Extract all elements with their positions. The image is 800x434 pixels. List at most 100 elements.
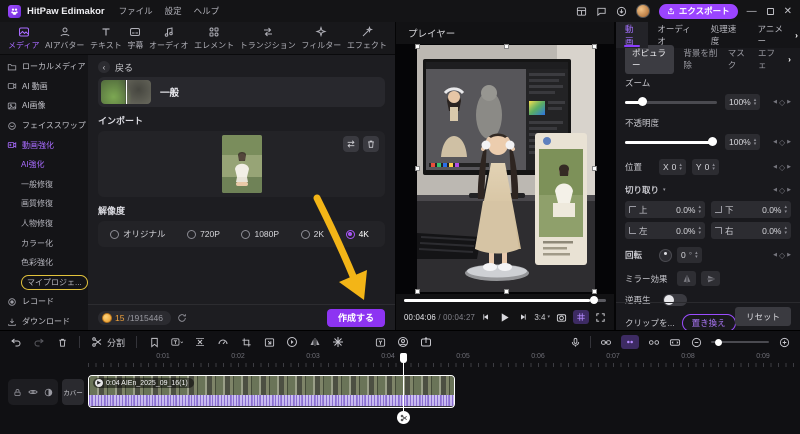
tab-transition[interactable]: トランジション: [240, 26, 296, 51]
lock-track-icon[interactable]: [13, 388, 22, 397]
stepper-arrows-icon[interactable]: ▴▾: [754, 138, 757, 147]
stepper-arrows-icon[interactable]: ▴▾: [695, 251, 698, 260]
seek-bar[interactable]: [404, 296, 606, 304]
marker-icon[interactable]: [148, 336, 160, 348]
tab-speed-props[interactable]: 処理速度: [702, 22, 749, 48]
flip-horizontal-button[interactable]: [677, 271, 696, 286]
lut-icon[interactable]: [374, 336, 386, 348]
menu-settings[interactable]: 設定: [165, 5, 182, 17]
rotate-dial[interactable]: [659, 249, 672, 262]
cover-button[interactable]: カバー: [62, 379, 84, 405]
radio-720p[interactable]: 720P: [187, 229, 220, 239]
feedback-icon[interactable]: [596, 6, 607, 17]
speed-icon[interactable]: [217, 336, 229, 348]
minimize-button[interactable]: —: [747, 6, 757, 17]
sidebar-item-ai-image[interactable]: AI画像: [0, 96, 88, 116]
subtabs-overflow-chevron-icon[interactable]: ›: [788, 54, 791, 64]
radio-original[interactable]: オリジナル: [110, 228, 166, 240]
refresh-credits-icon[interactable]: [177, 313, 187, 323]
transform-handle[interactable]: [504, 44, 509, 49]
tab-audio-props[interactable]: オーディオ: [648, 22, 701, 48]
sidebar-item-record[interactable]: レコード: [0, 292, 88, 312]
position-y-stepper[interactable]: Y0▴▾: [692, 159, 719, 175]
subtab-popular[interactable]: ポピュラー: [625, 45, 674, 74]
play-button[interactable]: [499, 312, 510, 323]
timeline-zoom-handle[interactable]: [715, 339, 722, 346]
crop-icon[interactable]: [240, 336, 252, 348]
sidebar-item-face-swap[interactable]: フェイススワップ: [0, 116, 88, 136]
stepper-arrows-icon[interactable]: ▴▾: [784, 226, 787, 235]
menu-help[interactable]: ヘルプ: [194, 5, 220, 17]
sidebar-item-ai-enhance[interactable]: AI強化: [0, 155, 88, 175]
sidebar-item-quality-repair[interactable]: 画質修復: [0, 194, 88, 214]
import-box[interactable]: [98, 131, 385, 197]
opacity-keyframe-controls[interactable]: ◀◇▶: [773, 138, 791, 147]
menu-file[interactable]: ファイル: [119, 5, 153, 17]
video-preview[interactable]: [396, 44, 614, 294]
close-button[interactable]: ✕: [784, 6, 792, 17]
playhead-marker[interactable]: [400, 353, 407, 363]
subtab-remove-bg[interactable]: 背景を削除: [683, 47, 718, 71]
link-clips-icon[interactable]: [600, 336, 612, 348]
split-button[interactable]: 分割: [91, 336, 125, 349]
sidebar-item-general-repair[interactable]: 一般修復: [0, 175, 88, 195]
transform-handle[interactable]: [415, 289, 420, 294]
previous-frame-button[interactable]: [482, 313, 490, 321]
crop-right-stepper[interactable]: 右0.0%▴▾: [711, 222, 791, 239]
toggle-visibility-icon[interactable]: [28, 387, 38, 397]
motion-icon[interactable]: [286, 336, 298, 348]
mirror-icon[interactable]: [309, 336, 321, 348]
model-card[interactable]: 一般: [98, 77, 385, 107]
radio-4k[interactable]: 4K: [346, 229, 369, 239]
pip-icon[interactable]: [263, 336, 275, 348]
delete-media-button[interactable]: [363, 136, 379, 152]
seek-handle[interactable]: [590, 296, 598, 304]
export-frame-icon[interactable]: [420, 336, 432, 348]
transform-handle[interactable]: [592, 289, 597, 294]
tab-ai-avatar[interactable]: AIアバター: [45, 26, 84, 51]
zoom-out-icon[interactable]: [690, 336, 702, 348]
rotate-stepper[interactable]: 0°▴▾: [677, 247, 702, 263]
transform-handle[interactable]: [592, 44, 597, 49]
back-button[interactable]: ‹: [98, 61, 110, 73]
rotate-keyframe-controls[interactable]: ◀◇▶: [773, 251, 791, 260]
radio-2k[interactable]: 2K: [301, 229, 324, 239]
sidebar-item-local-media[interactable]: ローカルメディア: [0, 57, 88, 77]
playhead-cut-handle[interactable]: [397, 411, 410, 424]
tab-media[interactable]: メディア: [8, 26, 39, 51]
timeline-ruler[interactable]: 0:01 0:02 0:03 0:04 0:05 0:06 0:07 0:08 …: [88, 353, 800, 367]
zoom-value-stepper[interactable]: 100%▴▾: [725, 94, 760, 110]
opacity-value-stepper[interactable]: 100%▴▾: [725, 134, 760, 150]
sidebar-item-video-enhance[interactable]: 動画強化: [0, 135, 88, 155]
tab-text[interactable]: テキスト: [90, 26, 122, 51]
subtab-mask[interactable]: マスク: [728, 47, 749, 71]
crop-left-stepper[interactable]: 左0.0%▴▾: [625, 222, 705, 239]
stepper-arrows-icon[interactable]: ▴▾: [754, 98, 757, 107]
snapshot-icon[interactable]: [556, 312, 567, 323]
fit-timeline-icon[interactable]: [669, 336, 681, 348]
tab-audio[interactable]: オーディオ: [149, 26, 188, 51]
track-contrast-icon[interactable]: [44, 388, 53, 397]
next-frame-button[interactable]: [519, 313, 527, 321]
avatar-tool-icon[interactable]: [397, 336, 409, 348]
tab-animation-props[interactable]: アニメー: [749, 22, 796, 48]
reset-button[interactable]: リセット: [735, 307, 791, 326]
delete-icon[interactable]: [56, 336, 68, 348]
tab-filter[interactable]: フィルター: [301, 26, 341, 51]
crop-bottom-stepper[interactable]: 下0.0%▴▾: [711, 201, 791, 218]
download-update-icon[interactable]: [616, 6, 627, 17]
fullscreen-icon[interactable]: [595, 312, 606, 323]
redo-icon[interactable]: [33, 336, 45, 348]
tab-effect[interactable]: エフェクト: [347, 26, 387, 51]
opacity-slider[interactable]: [625, 141, 717, 144]
freeze-frame-icon[interactable]: [332, 336, 344, 348]
stepper-arrows-icon[interactable]: ▴▾: [698, 226, 701, 235]
sidebar-item-portrait-repair[interactable]: 人物修復: [0, 214, 88, 234]
voiceover-mic-icon[interactable]: [569, 336, 581, 348]
undo-icon[interactable]: [10, 336, 22, 348]
tab-video-props[interactable]: 動画: [616, 22, 648, 48]
position-x-stepper[interactable]: X0▴▾: [659, 159, 686, 175]
tabs-overflow-chevron-icon[interactable]: ›: [795, 22, 800, 48]
layout-icon[interactable]: [576, 6, 587, 17]
stepper-arrows-icon[interactable]: ▴▾: [784, 205, 787, 214]
